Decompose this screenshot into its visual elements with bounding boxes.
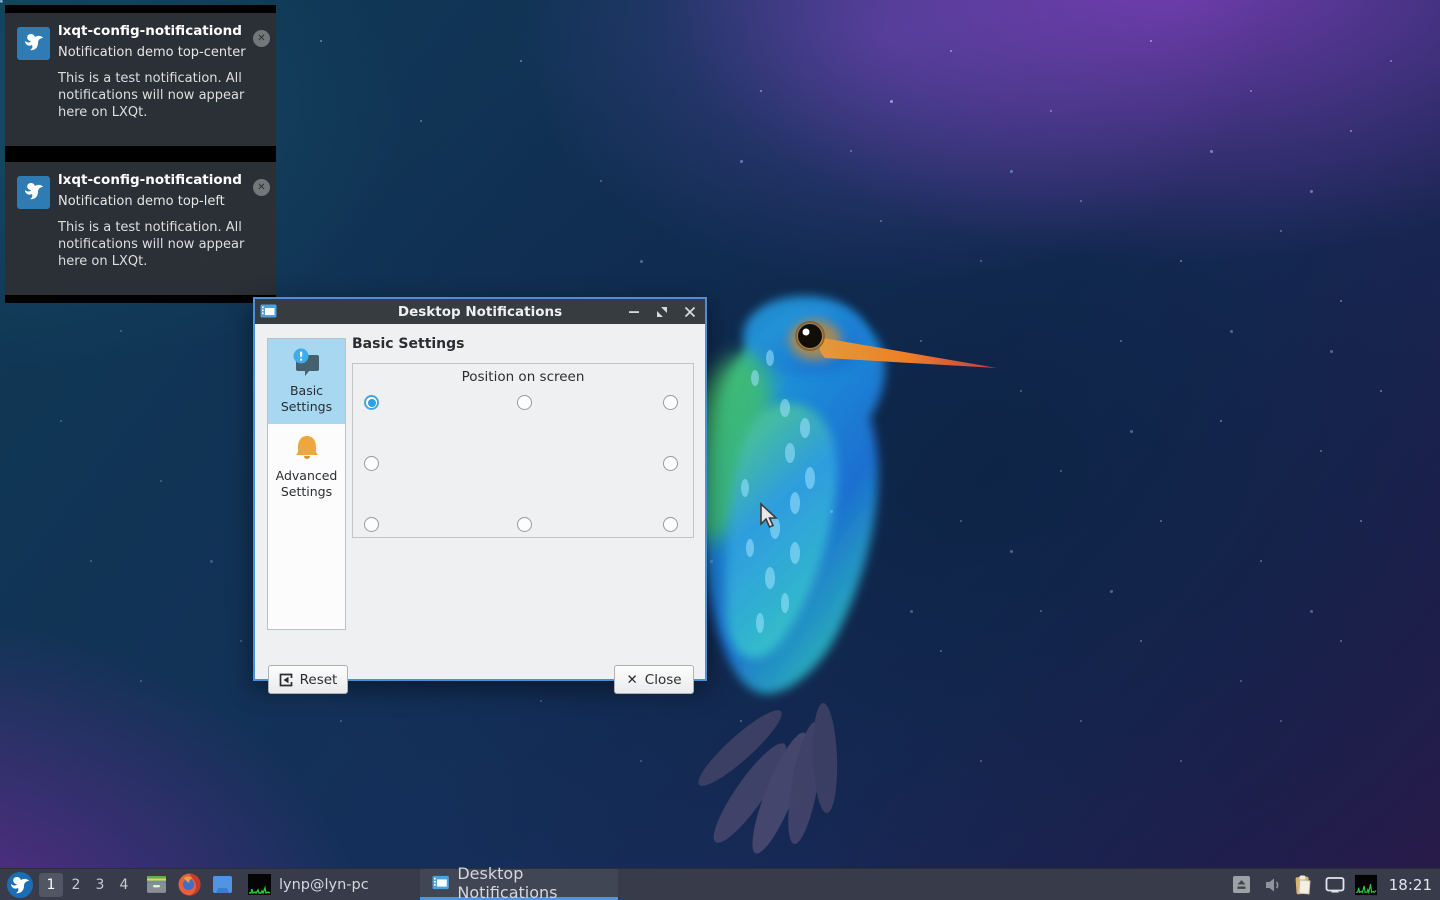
file-manager-icon [144,872,169,897]
blue-window-icon [210,872,235,897]
position-top-left-radio[interactable] [364,395,379,410]
mouse-cursor [758,502,778,530]
file-manager-launcher[interactable] [143,872,169,898]
position-bottom-left-radio[interactable] [364,517,379,532]
clipboard-icon[interactable] [1293,874,1315,896]
notification-bubble-icon [291,347,323,379]
notification-card: ✕ lxqt-config-notificationd Notification… [5,5,276,154]
lxqt-app-icon [17,27,50,60]
system-monitor-graph-icon[interactable] [1355,874,1377,896]
firefox-launcher[interactable] [176,872,202,898]
notification-card: ✕ lxqt-config-notificationd Notification… [5,154,276,303]
position-bottom-right-radio[interactable] [663,517,678,532]
clock: 18:21 [1389,876,1432,894]
reset-button-label: Reset [300,672,338,688]
close-icon: ✕ [626,672,637,688]
sidebar-item-label: Advanced Settings [276,468,338,499]
position-bottom-center-radio[interactable] [517,517,532,532]
maximize-button[interactable] [655,305,669,319]
notification-summary: Notification demo top-left [58,194,263,211]
reset-icon [279,673,293,687]
window-app-icon [432,873,449,893]
taskbar-button-label: Desktop Notifications [457,864,606,900]
position-top-center-radio[interactable] [517,395,532,410]
window-app-icon [260,303,277,320]
close-window-button[interactable] [683,305,697,319]
bell-icon [291,432,323,464]
position-middle-left-radio[interactable] [364,456,379,471]
window-titlebar[interactable]: Desktop Notifications [255,299,705,324]
workspace-3[interactable]: 3 [88,873,112,897]
workspace-2[interactable]: 2 [64,873,88,897]
terminal-icon [247,872,272,897]
workspace-4[interactable]: 4 [112,873,136,897]
minimize-button[interactable] [627,305,641,319]
lxqt-menu-button[interactable] [6,871,34,899]
desktop-switcher-launcher[interactable] [209,872,235,898]
position-top-right-radio[interactable] [663,395,678,410]
notification-summary: Notification demo top-center [58,45,263,62]
groupbox-title: Position on screen [353,369,693,385]
position-groupbox: Position on screen [352,363,694,538]
taskbar-button-terminal[interactable]: lynp@lyn-pc [237,869,379,900]
taskbar: 1 2 3 4 [0,868,1440,900]
sidebar-item-label: Basic Settings [281,383,332,414]
close-button-label: Close [645,672,682,688]
close-button[interactable]: ✕ Close [614,665,694,694]
notification-app-name: lxqt-config-notificationd [58,23,263,39]
workspace-pager: 1 2 3 4 [38,869,136,900]
lxqt-app-icon [17,176,50,209]
volume-icon[interactable] [1262,874,1284,896]
workspace-1[interactable]: 1 [39,873,63,897]
screen-tool-icon[interactable] [1324,874,1346,896]
position-middle-right-radio[interactable] [663,456,678,471]
notification-app-name: lxqt-config-notificationd [58,172,263,188]
sidebar-item-basic-settings[interactable]: Basic Settings [268,339,345,424]
notification-body: This is a test notification. All notific… [58,71,263,122]
hummingbird-wallpaper-art [655,288,1025,858]
page-title: Basic Settings [352,336,465,352]
removable-media-icon[interactable] [1231,874,1253,896]
settings-category-list: Basic Settings Advanced Settings [267,338,346,630]
notification-body: This is a test notification. All notific… [58,220,263,271]
taskbar-button-desktop-notifications[interactable]: Desktop Notifications [420,869,618,900]
firefox-icon [177,872,202,897]
sidebar-item-advanced-settings[interactable]: Advanced Settings [268,424,345,509]
taskbar-button-label: lynp@lyn-pc [279,877,369,893]
reset-button[interactable]: Reset [268,665,348,694]
desktop-notifications-window: Desktop Notifications Basic [253,297,707,681]
